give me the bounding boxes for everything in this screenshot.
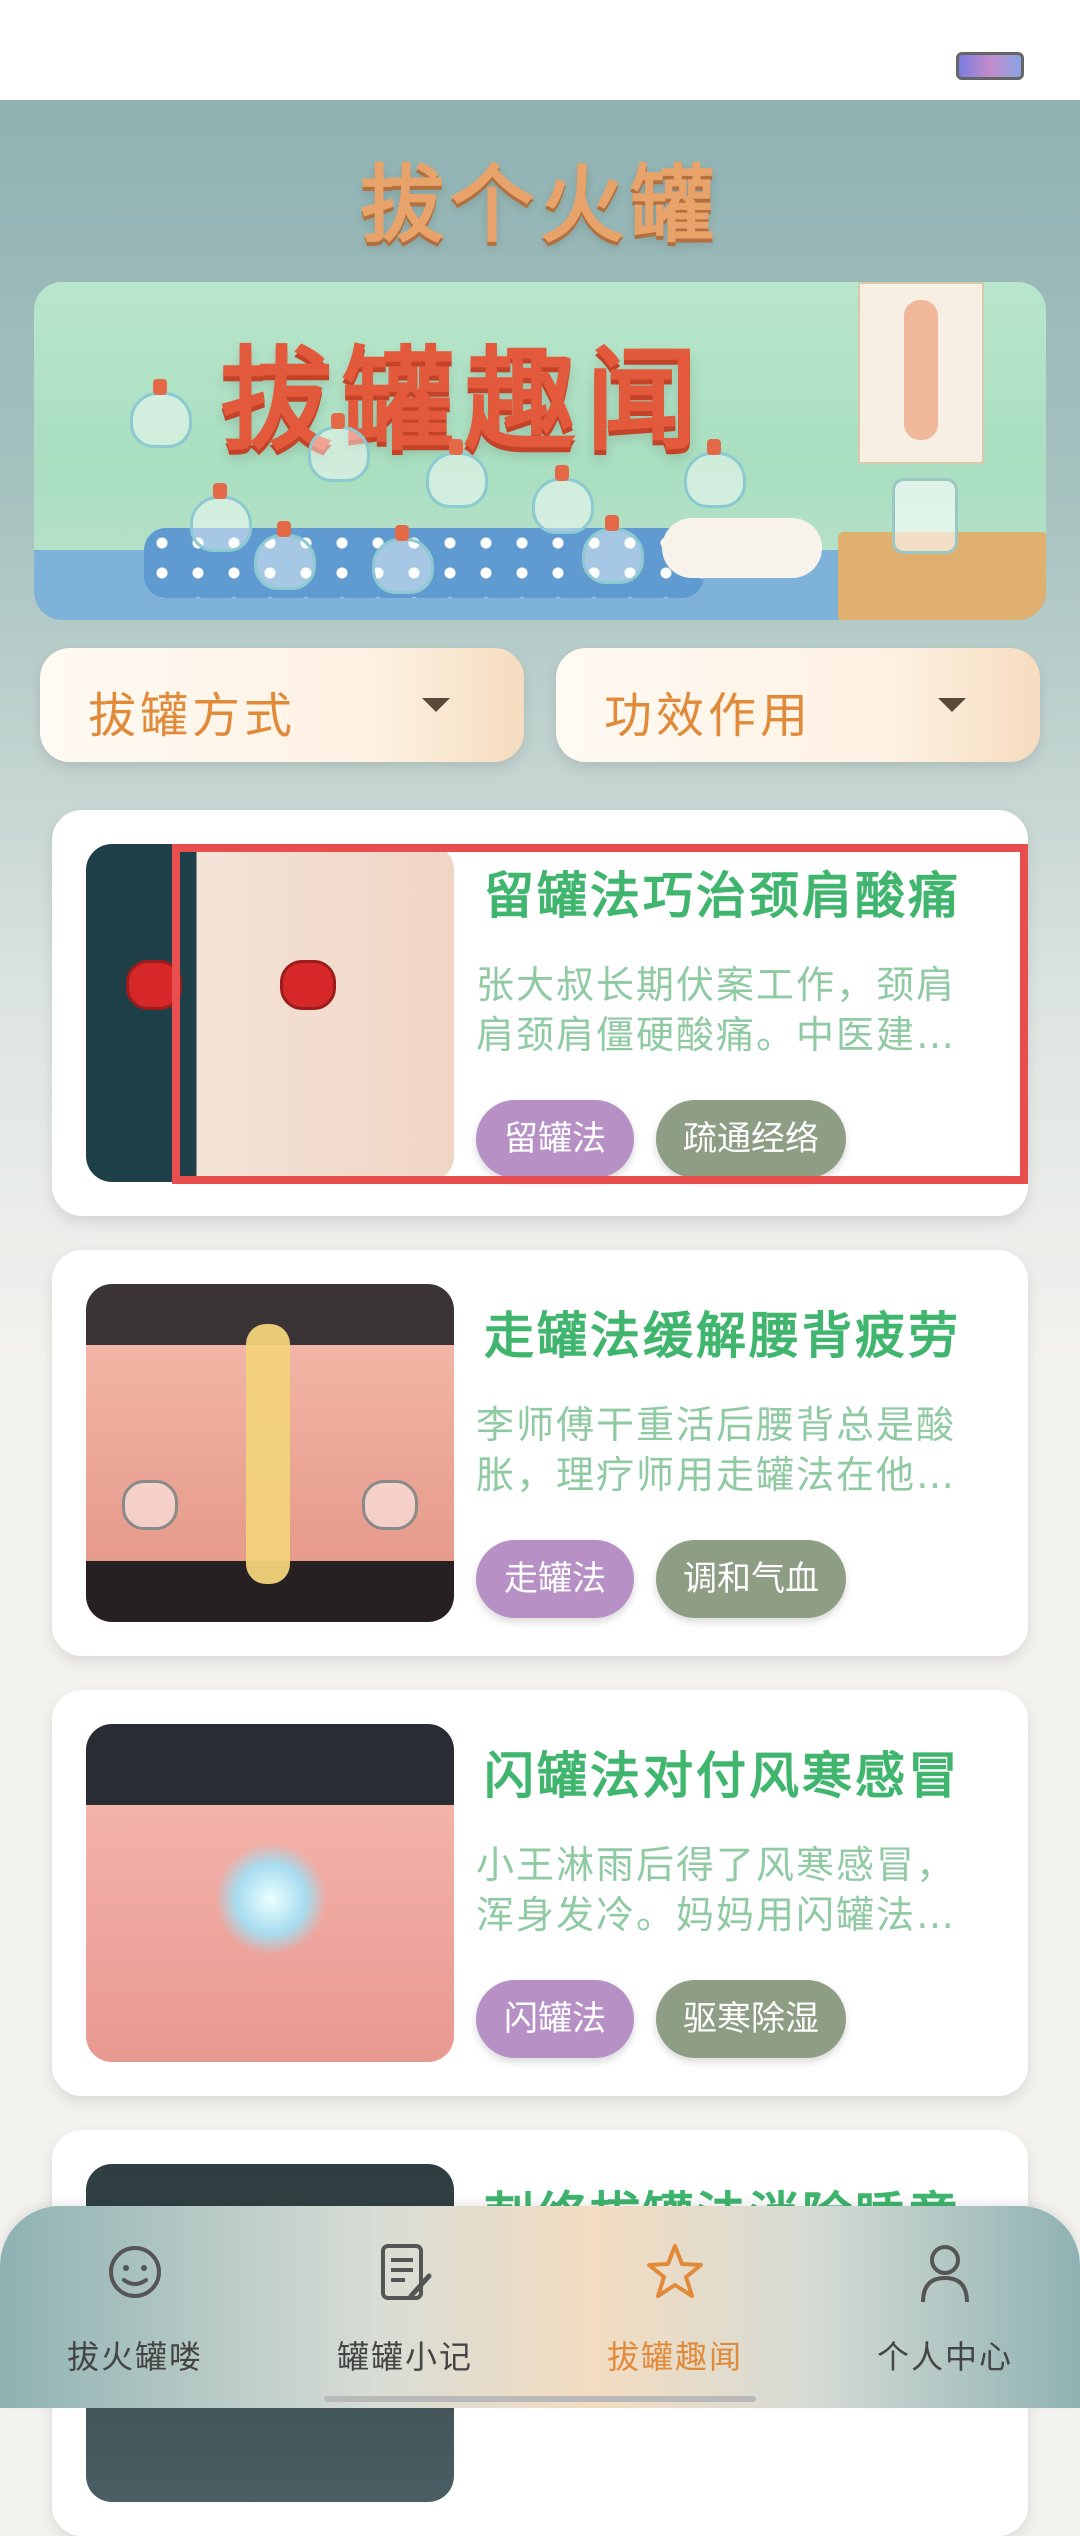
glass-cup-icon (254, 521, 316, 590)
tab-label: 拔罐趣闻 (606, 2338, 743, 2376)
pillow-illustration (662, 518, 822, 578)
article-card[interactable]: 闪罐法对付风寒感冒 小王淋雨后得了风寒感冒， 浑身发冷。妈妈用闪罐法… 闪罐法 … (52, 1690, 1028, 2096)
tag-effect[interactable]: 调和气血 (656, 1540, 846, 1618)
article-title: 闪罐法对付风寒感冒 (484, 1747, 961, 1805)
chevron-down-icon (422, 698, 450, 712)
glass-cup-icon (426, 439, 488, 508)
smiley-face-icon (109, 2246, 161, 2298)
banner-image[interactable]: 拔罐趣闻 (34, 282, 1046, 620)
tag-method[interactable]: 闪罐法 (476, 1980, 634, 2058)
bottom-tab-bar: 拔火罐喽 罐罐小记 拔罐趣闻 个人中心 (0, 2206, 1080, 2408)
article-description-line: 李师傅干重活后腰背总是酸 (476, 1403, 957, 1447)
selection-highlight-box (172, 844, 1028, 1184)
battery-icon (956, 52, 1024, 80)
glass-cup-icon (582, 515, 644, 584)
chevron-down-icon (938, 698, 966, 712)
article-description-line: 小王淋雨后得了风寒感冒， (476, 1843, 957, 1887)
article-description-line: 胀，理疗师用走罐法在他… (476, 1453, 957, 1497)
glass-cup-icon (532, 465, 594, 534)
spine-illustration (246, 1324, 290, 1584)
tab-label: 个人中心 (876, 2338, 1013, 2376)
article-description: 李师傅干重活后腰背总是酸 胀，理疗师用走罐法在他… (476, 1400, 1022, 1500)
tag-method[interactable]: 走罐法 (476, 1540, 634, 1618)
tab-label: 拔火罐喽 (66, 2338, 203, 2376)
filter-effect-dropdown[interactable]: 功效作用 (556, 648, 1040, 762)
notepad-pen-icon (381, 2244, 432, 2300)
glass-cup-icon (362, 1480, 418, 1530)
article-title: 走罐法缓解腰背疲劳 (484, 1307, 961, 1365)
flash-cupping-illustration (216, 1844, 326, 1954)
article-description: 小王淋雨后得了风寒感冒， 浑身发冷。妈妈用闪罐法… (476, 1840, 1022, 1940)
person-icon (921, 2245, 969, 2303)
star-icon (647, 2244, 703, 2298)
article-description-line: 浑身发冷。妈妈用闪罐法… (476, 1893, 957, 1937)
tab-label: 罐罐小记 (336, 2338, 473, 2376)
tag-effect[interactable]: 驱寒除湿 (656, 1980, 846, 2058)
glass-cup-icon (372, 525, 434, 594)
glass-cup-icon (308, 413, 370, 482)
tab-notes[interactable]: 罐罐小记 (270, 2240, 540, 2380)
glass-cup-icon (190, 483, 252, 552)
tab-home[interactable]: 拔火罐喽 (0, 2240, 270, 2380)
filter-method-label: 拔罐方式 (88, 688, 297, 744)
app-logo: 拔个火罐 (0, 138, 1080, 254)
home-indicator[interactable] (324, 2396, 756, 2402)
glass-cup-icon (684, 439, 746, 508)
article-card[interactable]: 走罐法缓解腰背疲劳 李师傅干重活后腰背总是酸 胀，理疗师用走罐法在他… 走罐法 … (52, 1250, 1028, 1656)
glass-cup-icon (130, 379, 192, 448)
filter-method-dropdown[interactable]: 拔罐方式 (40, 648, 524, 762)
article-thumbnail (86, 1724, 454, 2062)
filter-effect-label: 功效作用 (604, 688, 813, 744)
glass-cup-icon (122, 1480, 178, 1530)
status-bar (0, 0, 1080, 100)
tab-stories[interactable]: 拔罐趣闻 (540, 2240, 810, 2380)
tab-profile[interactable]: 个人中心 (810, 2240, 1080, 2380)
cotton-jar-icon (892, 478, 958, 554)
article-thumbnail (86, 1284, 454, 1622)
app-logo-text: 拔个火罐 (359, 156, 720, 254)
